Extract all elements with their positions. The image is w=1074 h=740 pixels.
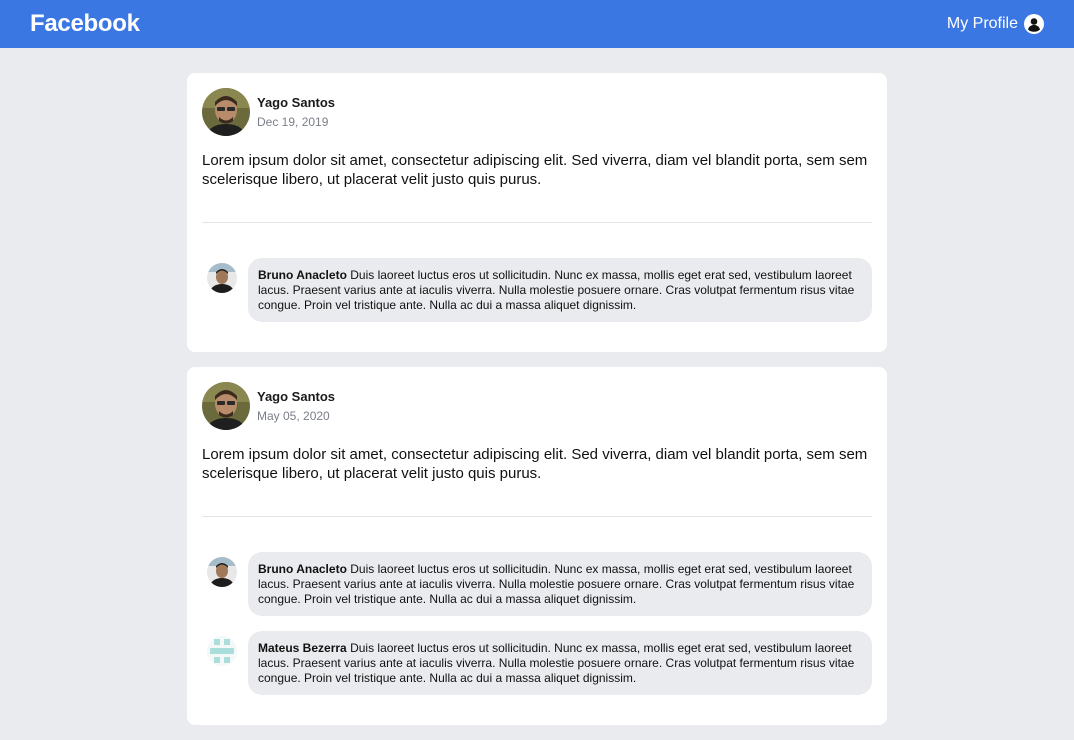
commenter-name[interactable]: Mateus Bezerra	[258, 641, 347, 655]
post-card: Yago Santos May 05, 2020 Lorem ipsum dol…	[187, 367, 887, 725]
my-profile-label: My Profile	[946, 15, 1018, 32]
post-date: Dec 19, 2019	[257, 115, 329, 129]
comment-text: Duis laoreet luctus eros ut sollicitudin…	[258, 562, 855, 606]
comment-item: Mateus Bezerra Duis laoreet luctus eros …	[202, 631, 872, 695]
user-circle-icon	[1024, 14, 1044, 34]
commenter-avatar[interactable]	[207, 557, 237, 587]
author-info: Yago Santos May 05, 2020	[257, 389, 335, 423]
post-date: May 05, 2020	[257, 409, 330, 423]
post-card: Yago Santos Dec 19, 2019 Lorem ipsum dol…	[187, 73, 887, 352]
author-info: Yago Santos Dec 19, 2019	[257, 95, 335, 129]
comment-bubble: Mateus Bezerra Duis laoreet luctus eros …	[248, 631, 872, 695]
comments-list: Bruno Anacleto Duis laoreet luctus eros …	[202, 223, 872, 352]
brand-logo[interactable]: Facebook	[30, 10, 140, 38]
commenter-name[interactable]: Bruno Anacleto	[258, 268, 347, 282]
commenter-name[interactable]: Bruno Anacleto	[258, 562, 347, 576]
commenter-avatar[interactable]	[207, 263, 237, 293]
comment-text: Duis laoreet luctus eros ut sollicitudin…	[258, 268, 855, 312]
author-name[interactable]: Yago Santos	[257, 95, 335, 110]
comment-bubble: Bruno Anacleto Duis laoreet luctus eros …	[248, 552, 872, 616]
comment-text: Duis laoreet luctus eros ut sollicitudin…	[258, 641, 855, 685]
my-profile-link[interactable]: My Profile	[947, 14, 1044, 34]
comments-list: Bruno Anacleto Duis laoreet luctus eros …	[202, 517, 872, 725]
top-navbar: Facebook My Profile	[0, 0, 1074, 48]
commenter-avatar[interactable]	[207, 636, 237, 666]
comment-bubble: Bruno Anacleto Duis laoreet luctus eros …	[248, 258, 872, 322]
post-content: Lorem ipsum dolor sit amet, consectetur …	[202, 445, 872, 517]
comment-item: Bruno Anacleto Duis laoreet luctus eros …	[202, 258, 872, 322]
author-avatar[interactable]	[202, 382, 250, 430]
news-feed: Yago Santos Dec 19, 2019 Lorem ipsum dol…	[187, 73, 887, 740]
comment-item: Bruno Anacleto Duis laoreet luctus eros …	[202, 552, 872, 616]
post-header: Yago Santos Dec 19, 2019	[202, 88, 872, 136]
author-avatar[interactable]	[202, 88, 250, 136]
post-header: Yago Santos May 05, 2020	[202, 382, 872, 430]
post-content: Lorem ipsum dolor sit amet, consectetur …	[202, 151, 872, 223]
author-name[interactable]: Yago Santos	[257, 389, 335, 404]
